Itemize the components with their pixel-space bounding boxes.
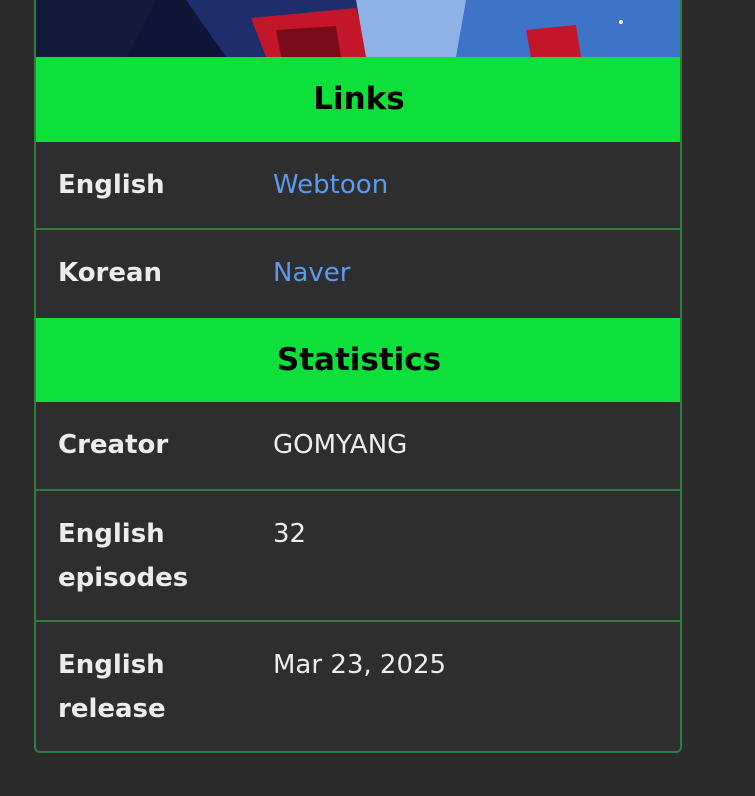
episodes-value: 32 [273,519,307,549]
row-label: English [58,170,165,200]
row-label: English episodes [58,519,189,593]
infobox: Links English Webtoon Korean Naver Stati… [34,0,682,753]
release-value: Mar 23, 2025 [273,650,447,680]
row-label: English release [58,650,166,724]
webtoon-link[interactable]: Webtoon [273,163,388,207]
row-label: Korean [58,258,163,288]
links-row-korean: Korean Naver [36,230,680,318]
creator-value: GOMYANG [273,430,408,460]
naver-link[interactable]: Naver [273,251,350,295]
stats-row-english-episodes: English episodes 32 [36,491,680,622]
links-header: Links [36,57,680,142]
row-label: Creator [58,430,169,460]
links-row-english: English Webtoon [36,142,680,230]
cover-image [36,0,680,57]
cover-art [36,0,680,57]
stats-row-english-release: English release Mar 23, 2025 [36,622,680,751]
statistics-header: Statistics [36,318,680,402]
stats-row-creator: Creator GOMYANG [36,402,680,491]
